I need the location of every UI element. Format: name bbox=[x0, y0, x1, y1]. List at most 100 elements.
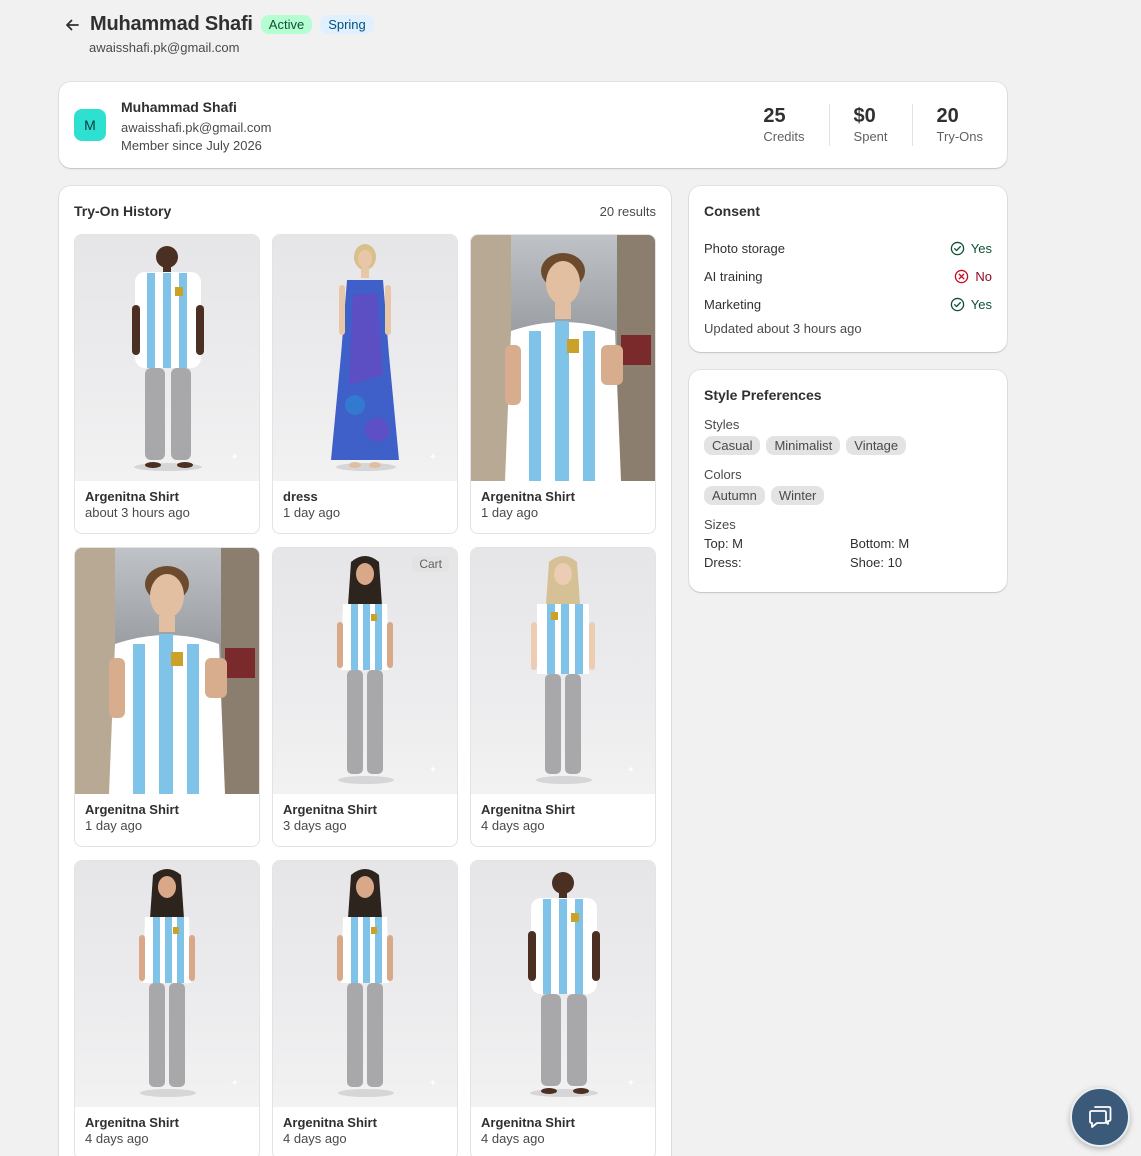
consent-row-photo-storage: Photo storage Yes bbox=[704, 234, 992, 262]
tile-title: dress bbox=[283, 489, 318, 504]
x-circle-icon bbox=[955, 269, 969, 283]
sparkle-icon: ✦ bbox=[428, 1078, 437, 1089]
header-email: awaisshafi.pk@gmail.com bbox=[89, 40, 240, 55]
chat-icon bbox=[1089, 1106, 1112, 1128]
sparkle-icon: ✦ bbox=[230, 452, 239, 463]
stats-group: 25 Credits $0 Spent 20 Try-Ons bbox=[739, 104, 1007, 146]
chat-button[interactable] bbox=[1070, 1087, 1130, 1147]
colors-tags: Autumn Winter bbox=[704, 486, 992, 505]
tryon-photo[interactable] bbox=[75, 548, 259, 794]
consent-value-text: Yes bbox=[970, 296, 992, 312]
tile-time: 1 day ago bbox=[85, 818, 143, 833]
profile-card: M Muhammad Shafi awaisshafi.pk@gmail.com… bbox=[59, 82, 1007, 168]
stat-label: Spent bbox=[853, 129, 888, 144]
tile-time: about 3 hours ago bbox=[85, 505, 190, 520]
stat-label: Credits bbox=[763, 129, 805, 144]
tile-time: 4 days ago bbox=[481, 818, 545, 833]
section-title: Try-On History bbox=[74, 203, 172, 219]
sparkle-icon: ✦ bbox=[230, 1078, 239, 1089]
color-tag: Winter bbox=[770, 486, 825, 505]
tryon-photo[interactable]: ✦ bbox=[471, 548, 655, 794]
style-preferences-card: Style Preferences Styles Casual Minimali… bbox=[689, 370, 1007, 592]
style-tag: Minimalist bbox=[766, 436, 841, 455]
section-title: Consent bbox=[704, 203, 760, 219]
tryon-grid: ✦ Argenitna Shirt about 3 hours ago ✦ dr… bbox=[74, 234, 656, 1156]
consent-row-marketing: Marketing Yes bbox=[704, 290, 992, 318]
stat-spent: $0 Spent bbox=[828, 104, 912, 146]
tryon-history-card: Try-On History 20 results ✦ Argenitna Sh… bbox=[59, 186, 671, 1156]
consent-row-ai-training: AI training No bbox=[704, 262, 992, 290]
cart-badge: Cart bbox=[412, 556, 449, 572]
tile-time: 1 day ago bbox=[481, 505, 539, 520]
stat-value: 25 bbox=[763, 105, 786, 127]
size-bottom: Bottom: M bbox=[850, 536, 910, 551]
tile-title: Argenitna Shirt bbox=[85, 802, 179, 817]
status-badge: Active bbox=[260, 15, 313, 34]
tile-time: 1 day ago bbox=[283, 505, 341, 520]
tryon-tile[interactable]: ✦ dress 1 day ago bbox=[272, 234, 458, 534]
consent-card: Consent Photo storage Yes AI training No… bbox=[689, 186, 1007, 352]
stat-value: 20 bbox=[936, 105, 959, 127]
tryon-tile[interactable]: ✦ Argenitna Shirt about 3 hours ago bbox=[74, 234, 260, 534]
sizes-label: Sizes bbox=[704, 517, 736, 532]
tile-time: 4 days ago bbox=[481, 1131, 545, 1146]
stat-value: $0 bbox=[853, 105, 876, 127]
stat-label: Try-Ons bbox=[936, 129, 983, 144]
consent-label: AI training bbox=[704, 268, 763, 284]
page-title: Muhammad Shafi bbox=[90, 13, 253, 35]
consent-value-text: No bbox=[975, 268, 992, 284]
tryon-photo[interactable]: ✦ bbox=[273, 861, 457, 1107]
page-header: Muhammad Shafi Active Spring awaisshafi.… bbox=[62, 13, 374, 55]
tryon-photo[interactable]: ✦ bbox=[273, 235, 457, 481]
tile-title: Argenitna Shirt bbox=[85, 1115, 179, 1130]
back-arrow-icon[interactable] bbox=[62, 15, 82, 35]
tryon-photo[interactable]: ✦ bbox=[75, 235, 259, 481]
season-badge: Spring bbox=[320, 15, 374, 34]
tryon-tile[interactable]: Argenitna Shirt 1 day ago bbox=[470, 234, 656, 534]
consent-value: Yes bbox=[950, 241, 992, 256]
tryon-tile[interactable]: ✦ Argenitna Shirt 4 days ago bbox=[470, 860, 656, 1156]
consent-value-text: Yes bbox=[970, 240, 992, 256]
tryon-photo[interactable] bbox=[471, 235, 655, 481]
colors-label: Colors bbox=[704, 467, 742, 482]
style-tag: Casual bbox=[704, 436, 761, 455]
sizes-grid: Top: M Bottom: M Dress: Shoe: 10 bbox=[704, 536, 992, 570]
section-title: Style Preferences bbox=[704, 387, 822, 403]
check-circle-icon bbox=[950, 241, 965, 255]
tile-time: 3 days ago bbox=[283, 818, 347, 833]
tryon-tile[interactable]: ✦ Argenitna Shirt 4 days ago bbox=[74, 860, 260, 1156]
tryon-photo[interactable]: ✦ bbox=[471, 861, 655, 1107]
tile-title: Argenitna Shirt bbox=[283, 802, 377, 817]
profile-name: Muhammad Shafi bbox=[121, 99, 237, 115]
avatar: M bbox=[74, 109, 106, 141]
style-tag: Vintage bbox=[846, 436, 907, 455]
tile-title: Argenitna Shirt bbox=[481, 1115, 575, 1130]
consent-value: No bbox=[954, 269, 992, 284]
sparkle-icon: ✦ bbox=[626, 765, 635, 776]
stat-tryons: 20 Try-Ons bbox=[911, 104, 1007, 146]
check-circle-icon bbox=[950, 297, 965, 311]
tryon-photo[interactable]: ✦ bbox=[75, 861, 259, 1107]
sparkle-icon: ✦ bbox=[428, 765, 437, 776]
results-count: 20 results bbox=[599, 203, 656, 219]
profile-email: awaisshafi.pk@gmail.com bbox=[121, 120, 272, 135]
tile-time: 4 days ago bbox=[283, 1131, 347, 1146]
stat-credits: 25 Credits bbox=[739, 104, 828, 146]
tile-title: Argenitna Shirt bbox=[481, 802, 575, 817]
tryon-tile[interactable]: Cart ✦ Argenitna Shirt 3 days ago bbox=[272, 547, 458, 847]
consent-label: Marketing bbox=[704, 296, 762, 312]
consent-value: Yes bbox=[950, 297, 992, 312]
tryon-tile[interactable]: ✦ Argenitna Shirt 4 days ago bbox=[272, 860, 458, 1156]
consent-label: Photo storage bbox=[704, 240, 785, 256]
size-top: Top: M bbox=[704, 536, 744, 551]
sparkle-icon: ✦ bbox=[428, 452, 437, 463]
sparkle-icon: ✦ bbox=[626, 1078, 635, 1089]
tryon-photo[interactable]: Cart ✦ bbox=[273, 548, 457, 794]
tryon-tile[interactable]: Argenitna Shirt 1 day ago bbox=[74, 547, 260, 847]
size-dress: Dress: bbox=[704, 555, 742, 570]
tryon-tile[interactable]: ✦ Argenitna Shirt 4 days ago bbox=[470, 547, 656, 847]
styles-tags: Casual Minimalist Vintage bbox=[704, 436, 992, 455]
tile-title: Argenitna Shirt bbox=[283, 1115, 377, 1130]
member-since: Member since July 2026 bbox=[121, 138, 262, 153]
consent-updated: Updated about 3 hours ago bbox=[704, 321, 862, 336]
